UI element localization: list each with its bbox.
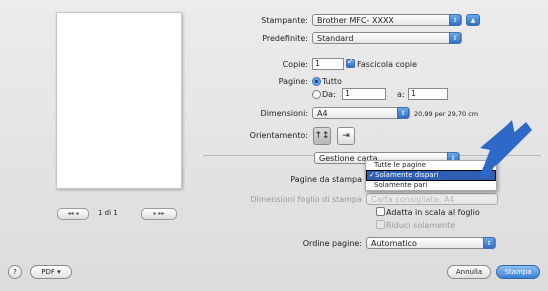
reduce-only-checkbox[interactable]	[376, 220, 385, 229]
orientation-label: Orientamento:	[249, 131, 308, 140]
presets-value: Standard	[317, 34, 354, 43]
copies-field[interactable]: 1	[312, 58, 344, 70]
disclosure-triangle-icon[interactable]: ▲	[466, 14, 480, 26]
popup-arrows-icon: ⇕	[449, 32, 461, 44]
destination-size-label: Dimensioni foglio di stampa	[250, 195, 362, 204]
popup-arrows-icon: ⇕	[397, 107, 409, 119]
help-icon[interactable]: ?	[8, 265, 22, 279]
page-preview	[56, 12, 182, 189]
presets-label: Predefinite:	[262, 34, 308, 43]
landscape-icon[interactable]: ⇥	[337, 127, 355, 145]
page-order-value: Automatico	[371, 239, 417, 248]
paper-size-value: A4	[317, 109, 328, 118]
pages-range-radio[interactable]	[312, 90, 321, 99]
presets-popup[interactable]: Standard ⇕	[312, 32, 462, 44]
menu-item-odd-only-label: Solamente dispari	[375, 171, 439, 179]
popup-arrows-icon: ⇕	[449, 14, 461, 26]
paper-size-popup[interactable]: A4 ⇕	[312, 107, 410, 119]
printer-label: Stampante:	[261, 16, 308, 25]
collate-label: Fascicola copie	[357, 60, 418, 69]
print-dialog: ◂◂ ◂ 1 di 1 ▸ ▸▸ Stampante: Brother MFC-…	[0, 0, 548, 291]
pages-to-print-label: Pagine da stampa	[290, 175, 362, 184]
previous-page-button[interactable]: ◂◂ ◂	[57, 208, 89, 220]
menu-item-even-only[interactable]: Solamente pari	[366, 181, 496, 190]
arrow-pointer-icon	[480, 120, 532, 178]
page-counter: 1 di 1	[98, 209, 118, 217]
popup-arrows-icon: ⇕	[483, 237, 495, 249]
scale-to-fit-label: Adatta in scala al foglio	[386, 208, 480, 217]
pages-all-label: Tutto	[322, 77, 342, 86]
collate-checkbox[interactable]	[346, 57, 355, 68]
pages-from-label: Da:	[322, 90, 336, 99]
printer-value: Brother MFC- XXXX	[317, 16, 394, 25]
checkmark-icon: ✓	[369, 171, 375, 179]
pages-from-field[interactable]: 1	[342, 88, 386, 100]
printer-popup[interactable]: Brother MFC- XXXX ⇕	[312, 14, 462, 26]
pages-to-label: a:	[397, 90, 405, 99]
cancel-button[interactable]: Annulla	[447, 265, 491, 279]
pages-all-radio[interactable]	[312, 77, 321, 86]
scale-to-fit-checkbox[interactable]	[376, 207, 385, 216]
destination-size-popup[interactable]: Carta consigliata: A4	[366, 193, 498, 205]
pages-label: Pagine:	[278, 77, 308, 86]
print-button[interactable]: Stampa	[496, 265, 540, 279]
page-order-label: Ordine pagine:	[302, 239, 362, 248]
next-page-button[interactable]: ▸ ▸▸	[141, 208, 177, 220]
destination-size-value: Carta consigliata: A4	[371, 195, 455, 204]
page-order-popup[interactable]: Automatico ⇕	[366, 237, 496, 249]
paper-size-detail: 20,99 per 29,70 cm	[414, 110, 479, 118]
copies-label: Copie:	[282, 60, 308, 69]
portrait-icon[interactable]: ↑↕	[313, 127, 331, 145]
paper-size-label: Dimensioni:	[260, 109, 308, 118]
pdf-button[interactable]: PDF ▾	[30, 265, 72, 279]
reduce-only-label: Riduci solamente	[386, 221, 456, 230]
pages-to-field[interactable]: 1	[408, 88, 448, 100]
